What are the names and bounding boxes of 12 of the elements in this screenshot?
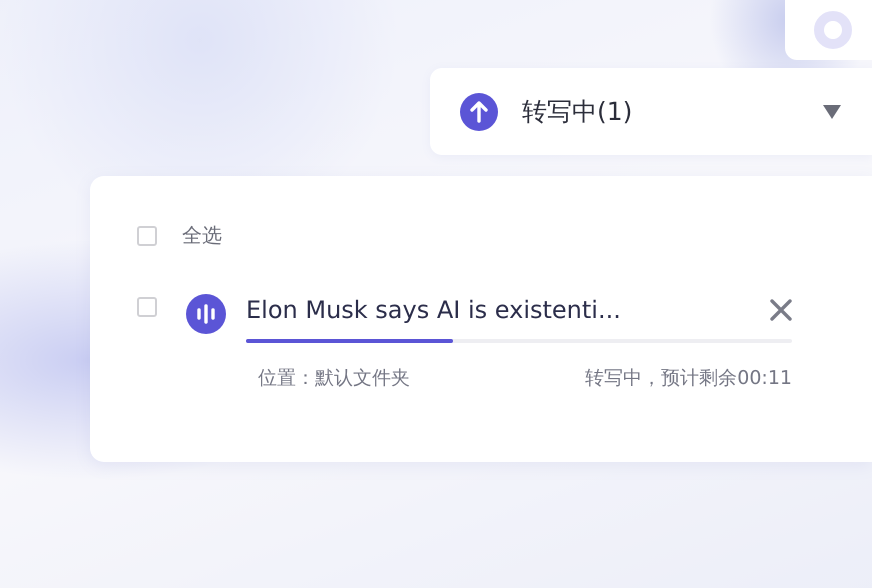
file-status: 转写中，预计剩余00:11 [585, 366, 792, 391]
file-checkbox[interactable] [137, 297, 157, 317]
select-all-label: 全选 [182, 222, 222, 249]
select-all-checkbox[interactable] [137, 226, 157, 246]
status-dropdown[interactable]: 转写中(1) [430, 68, 872, 155]
close-button[interactable] [770, 299, 792, 321]
file-location: 位置：默认文件夹 [258, 366, 410, 391]
file-title: Elon Musk says AI is existenti... [246, 296, 621, 324]
audio-wave-icon [186, 294, 226, 334]
close-icon [770, 299, 792, 321]
ring-icon [813, 10, 853, 50]
caret-icon [822, 104, 842, 120]
